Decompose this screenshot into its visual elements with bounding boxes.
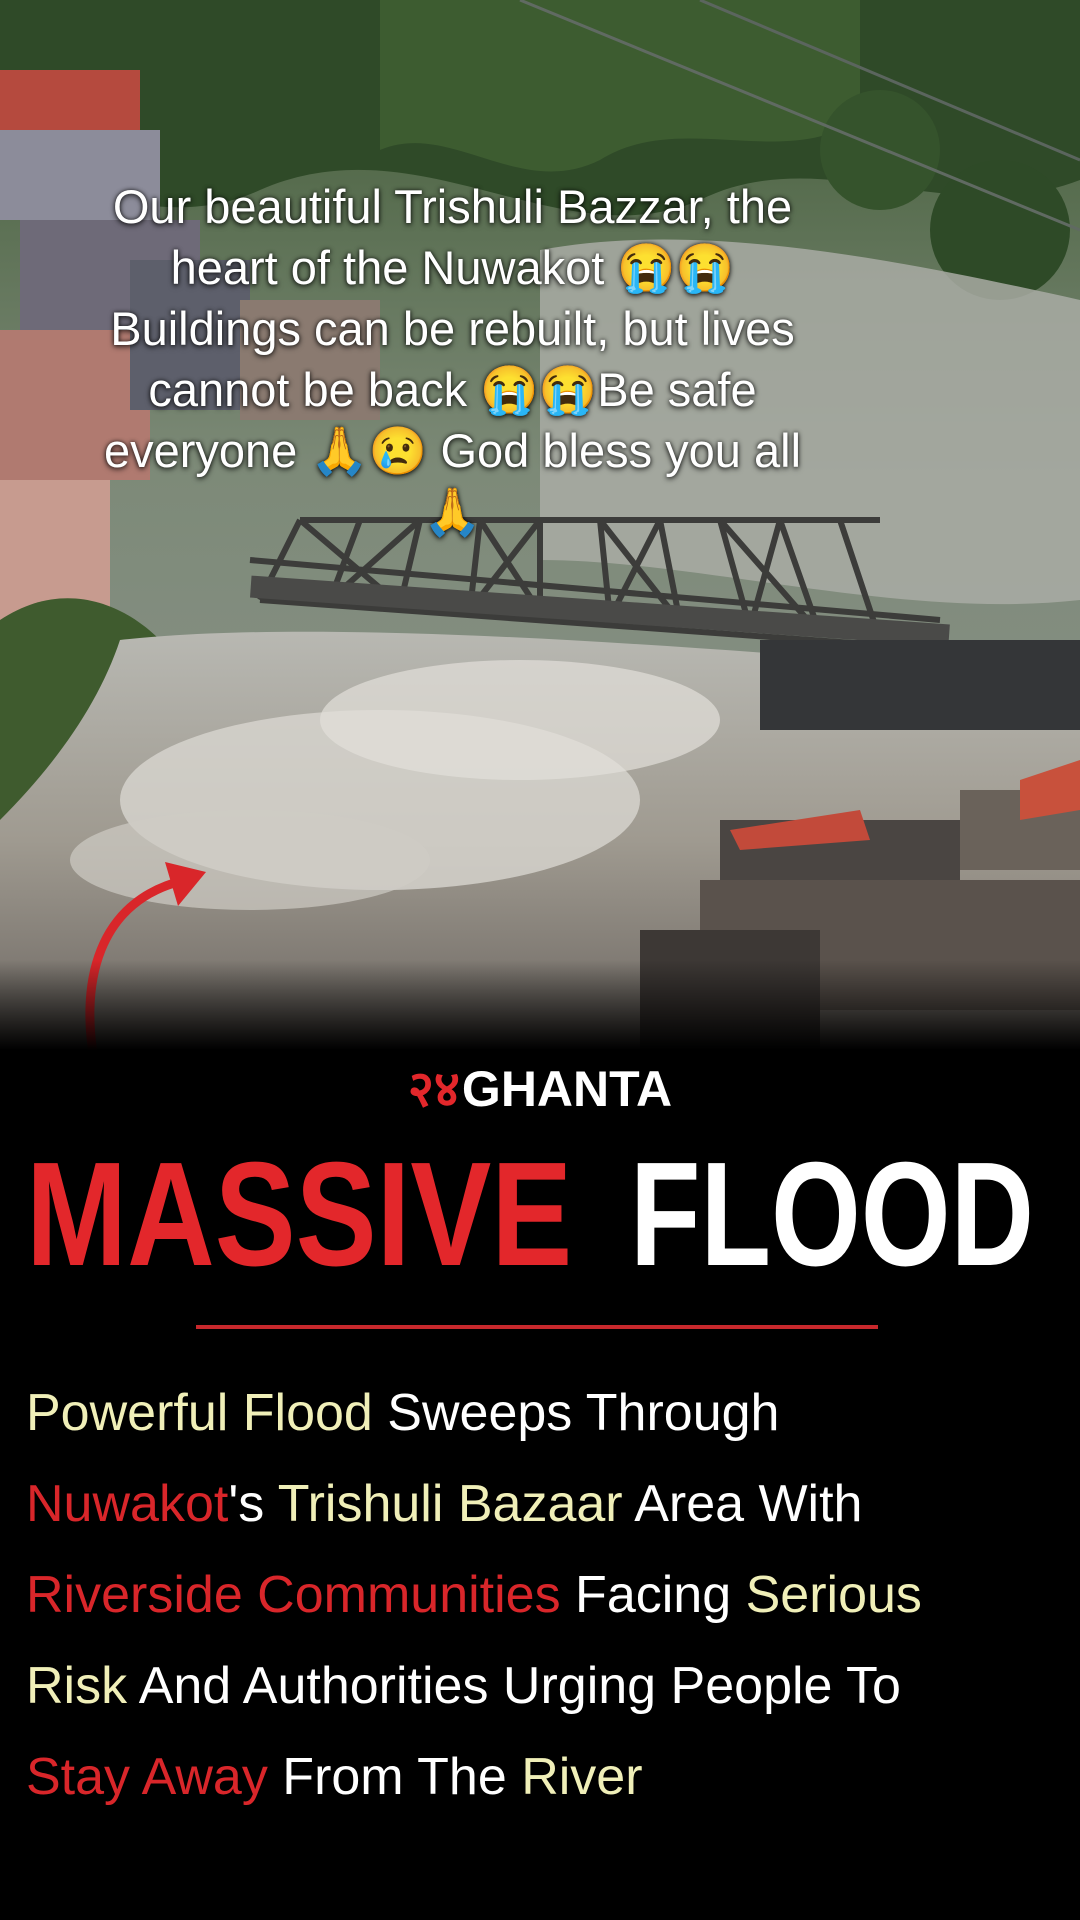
news-brand: २४GHANTA: [0, 1058, 1080, 1120]
brand-logo-mark: २४: [407, 1060, 460, 1118]
description-phrase: Riverside Communities: [26, 1566, 561, 1624]
description-phrase: Trishuli Bazaar: [277, 1475, 623, 1533]
description-phrase: Nuwakot: [26, 1475, 229, 1533]
description-phrase: Risk: [26, 1657, 128, 1715]
description-phrase: River: [521, 1748, 643, 1806]
headline: MASSIVE FLOOD: [26, 1140, 1056, 1290]
brand-name: GHANTA: [461, 1061, 673, 1117]
description-line: Powerful Flood Sweeps Through: [26, 1368, 1066, 1459]
headline-white: FLOOD: [630, 1132, 1034, 1297]
description-phrase: And Authorities Urging People To: [127, 1657, 901, 1715]
description-phrase: From The: [267, 1748, 522, 1806]
description-phrase: Sweeps Through: [372, 1384, 780, 1442]
video-caption: Our beautiful Trishuli Bazzar, the heart…: [103, 180, 802, 538]
description-line: Risk And Authorities Urging People To: [26, 1641, 1066, 1732]
description-line: Stay Away From The River: [26, 1732, 1066, 1823]
news-description: Powerful Flood Sweeps Through Nuwakot's …: [26, 1368, 1066, 1823]
description-phrase: Stay Away: [26, 1748, 268, 1806]
description-phrase: Serious: [745, 1566, 922, 1624]
description-phrase: Powerful Flood: [26, 1384, 373, 1442]
description-line: Riverside Communities Facing Serious: [26, 1550, 1066, 1641]
description-phrase: 's: [228, 1475, 278, 1533]
headline-red: MASSIVE: [26, 1132, 573, 1297]
description-phrase: Area With: [622, 1475, 863, 1533]
divider-rule: [196, 1325, 878, 1329]
description-line: Nuwakot's Trishuli Bazaar Area With: [26, 1459, 1066, 1550]
post-frame: Our beautiful Trishuli Bazzar, the heart…: [0, 0, 1080, 1920]
description-phrase: Facing: [560, 1566, 746, 1624]
